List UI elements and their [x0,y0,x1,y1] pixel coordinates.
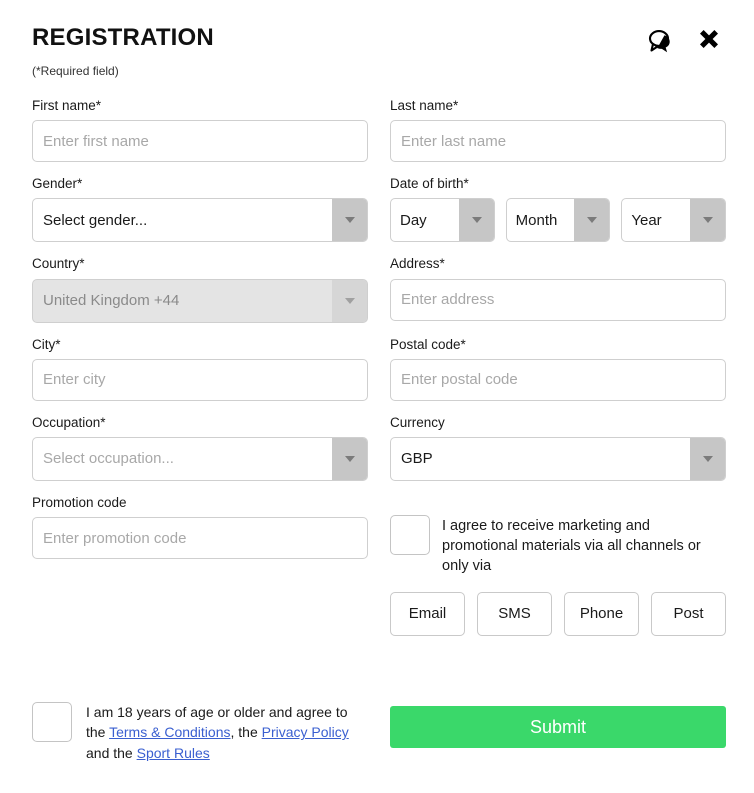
field-postal-code: Postal code* [390,337,726,401]
city-input[interactable] [32,358,368,401]
occupation-select[interactable]: Select occupation... [32,436,368,481]
channel-button-phone[interactable]: Phone [564,591,639,636]
postal-code-label: Postal code* [390,336,466,352]
date-of-birth-label: Date of birth* [390,176,469,192]
address-input[interactable] [390,278,726,321]
field-currency: Currency GBP [390,415,726,481]
last-name-input[interactable] [390,120,726,163]
dob-day-select[interactable]: Day [390,198,495,243]
chevron-down-icon [458,199,494,242]
chat-bubbles-icon[interactable] [646,29,676,53]
gender-label: Gender* [32,176,83,192]
country-select: United Kingdom +44 [32,278,368,323]
first-name-input[interactable] [32,120,368,163]
chevron-down-icon [332,199,367,242]
field-last-name: Last name* [390,98,726,163]
city-label: City* [32,336,61,352]
last-name-label: Last name* [390,98,459,113]
currency-select[interactable]: GBP [390,436,726,481]
gender-select-value: Select gender... [43,211,148,229]
chevron-down-icon [690,437,725,480]
field-first-name: First name* [32,98,368,163]
marketing-consent-row: I agree to receive marketing and promoti… [390,514,726,576]
marketing-consent-section: I agree to receive marketing and promoti… [390,495,726,636]
postal-code-input[interactable] [390,358,726,401]
dialog-header: REGISTRATION [28,0,726,54]
date-of-birth-row: Day Month Year [390,198,727,243]
channel-button-post[interactable]: Post [651,591,726,636]
required-field-note: (*Required field) [32,64,119,78]
privacy-policy-link[interactable]: Privacy Policy [262,724,349,740]
occupation-label: Occupation* [32,414,106,430]
field-gender: Gender* Select gender... [32,176,368,243]
chevron-down-icon [332,279,367,322]
field-promotion-code: Promotion code [32,495,368,622]
form-footer: I am 18 years of age or older and agree … [32,700,726,763]
page-title: REGISTRATION [32,24,214,51]
dob-year-select[interactable]: Year [621,198,727,243]
registration-form: First name* Last name* Gender* Select ge… [28,98,727,636]
currency-label: Currency [390,414,445,430]
chevron-down-icon [332,437,367,480]
channel-button-sms[interactable]: SMS [477,591,552,636]
sport-rules-link[interactable]: Sport Rules [137,745,210,761]
dob-month-select[interactable]: Month [505,198,611,243]
field-occupation: Occupation* Select occupation... [32,415,368,481]
promotion-code-label: Promotion code [32,494,127,510]
age-consent-text: I am 18 years of age or older and agree … [86,702,368,763]
gender-select[interactable]: Select gender... [32,198,368,243]
field-country: Country* United Kingdom +44 [32,256,368,323]
dob-year-value: Year [631,211,662,229]
submit-button[interactable]: Submit [390,706,726,748]
country-select-value: United Kingdom +44 [43,292,180,310]
header-icon-group [646,26,726,54]
close-icon[interactable] [696,28,722,54]
field-city: City* [32,337,368,401]
currency-select-value: GBP [401,450,433,468]
address-label: Address* [390,256,445,272]
age-consent-checkbox[interactable] [32,702,72,742]
channel-button-email[interactable]: Email [390,591,465,636]
country-label: Country* [32,256,85,272]
age-consent-text-part2: , the [230,724,262,741]
dob-month-value: Month [515,211,558,229]
terms-and-conditions-link[interactable]: Terms & Conditions [109,724,230,740]
dob-day-value: Day [400,211,427,229]
occupation-select-value: Select occupation... [43,450,174,468]
chevron-down-icon [690,199,726,242]
promotion-code-input[interactable] [32,517,368,560]
chevron-down-icon [574,199,610,242]
registration-dialog: REGISTRATION (*Required field) First nam… [0,0,754,793]
age-consent-row: I am 18 years of age or older and agree … [32,700,368,763]
marketing-consent-checkbox[interactable] [390,514,430,555]
marketing-consent-text: I agree to receive marketing and promoti… [442,517,701,574]
field-address: Address* [390,256,726,322]
first-name-label: First name* [32,98,102,113]
marketing-channel-buttons: Email SMS Phone Post [390,591,726,636]
field-date-of-birth: Date of birth* Day Month Year [390,176,727,243]
age-consent-text-part3: and the [86,744,137,761]
